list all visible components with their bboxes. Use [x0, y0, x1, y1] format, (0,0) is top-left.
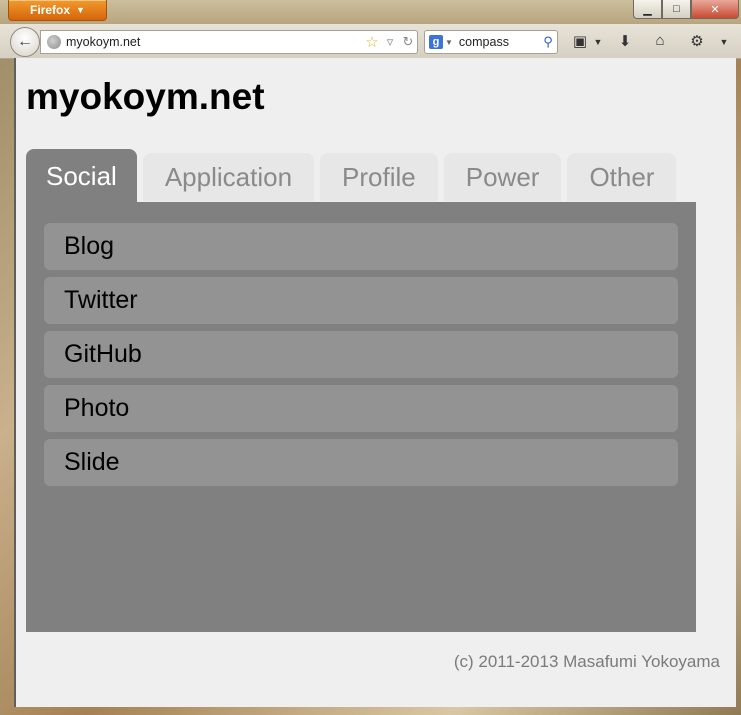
tab-application[interactable]: Application	[142, 153, 315, 201]
firefox-menu-label: Firefox	[30, 3, 71, 17]
minimize-button[interactable]: ▁	[633, 0, 662, 19]
bookmarks-dropdown-icon[interactable]: ▼	[588, 37, 608, 47]
close-icon: ✕	[710, 3, 720, 16]
tab-social[interactable]: Social	[26, 149, 137, 203]
tab-profile[interactable]: Profile	[320, 153, 438, 201]
link-twitter[interactable]: Twitter	[44, 277, 678, 324]
close-button[interactable]: ✕	[691, 0, 739, 19]
search-input[interactable]: compass	[459, 35, 539, 49]
bookmark-star-icon[interactable]: ☆	[363, 33, 381, 51]
search-engine-dropdown-icon[interactable]: ▼	[445, 38, 453, 47]
page-content: myokoym.net Social Application Profile P…	[14, 58, 736, 707]
site-identity-icon[interactable]	[47, 35, 61, 49]
downloads-icon[interactable]: ⬇	[615, 32, 635, 50]
addon-icon[interactable]: ⚙	[687, 32, 707, 50]
tab-power[interactable]: Power	[443, 153, 562, 201]
window-controls: ▁ □ ✕	[633, 0, 739, 19]
social-link-list: Blog Twitter GitHub Photo Slide	[44, 223, 678, 493]
search-icon[interactable]: ⚲	[539, 34, 557, 50]
window-titlebar: Firefox ▼ ▁ □ ✕	[0, 0, 741, 24]
search-box[interactable]: g ▼ compass ⚲	[424, 30, 558, 54]
home-icon[interactable]: ⌂	[650, 32, 670, 49]
back-button[interactable]: ←	[10, 27, 40, 57]
link-github[interactable]: GitHub	[44, 331, 678, 378]
tab-bar: Social Application Profile Power Other	[26, 149, 677, 203]
site-title[interactable]: myokoym.net	[26, 76, 265, 118]
link-blog[interactable]: Blog	[44, 223, 678, 270]
maximize-icon: □	[673, 3, 680, 15]
url-text: myokoym.net	[66, 35, 141, 49]
copyright-footer: (c) 2011-2013 Masafumi Yokoyama	[453, 652, 720, 671]
bookmarks-menu-icon[interactable]: ▣	[570, 32, 590, 50]
back-arrow-icon: ←	[17, 33, 33, 50]
link-photo[interactable]: Photo	[44, 385, 678, 432]
address-bar[interactable]: myokoym.net ☆ ▿ ↻	[40, 30, 418, 54]
maximize-button[interactable]: □	[662, 0, 691, 19]
dropdown-arrow-icon: ▼	[76, 5, 85, 15]
firefox-menu-button[interactable]: Firefox ▼	[8, 0, 107, 21]
toolbar-overflow-icon[interactable]: ▼	[714, 37, 734, 47]
google-icon[interactable]: g	[429, 35, 443, 49]
tab-other[interactable]: Other	[567, 153, 677, 201]
history-dropdown-icon[interactable]: ▿	[381, 34, 399, 50]
reload-icon[interactable]: ↻	[399, 34, 417, 50]
minimize-icon: ▁	[643, 3, 652, 16]
link-slide[interactable]: Slide	[44, 439, 678, 486]
navigation-toolbar: ← myokoym.net ☆ ▿ ↻ g ▼ compass ⚲ ▣ ▼ ⬇ …	[0, 24, 741, 59]
tab-panel-social: Blog Twitter GitHub Photo Slide	[26, 202, 696, 632]
